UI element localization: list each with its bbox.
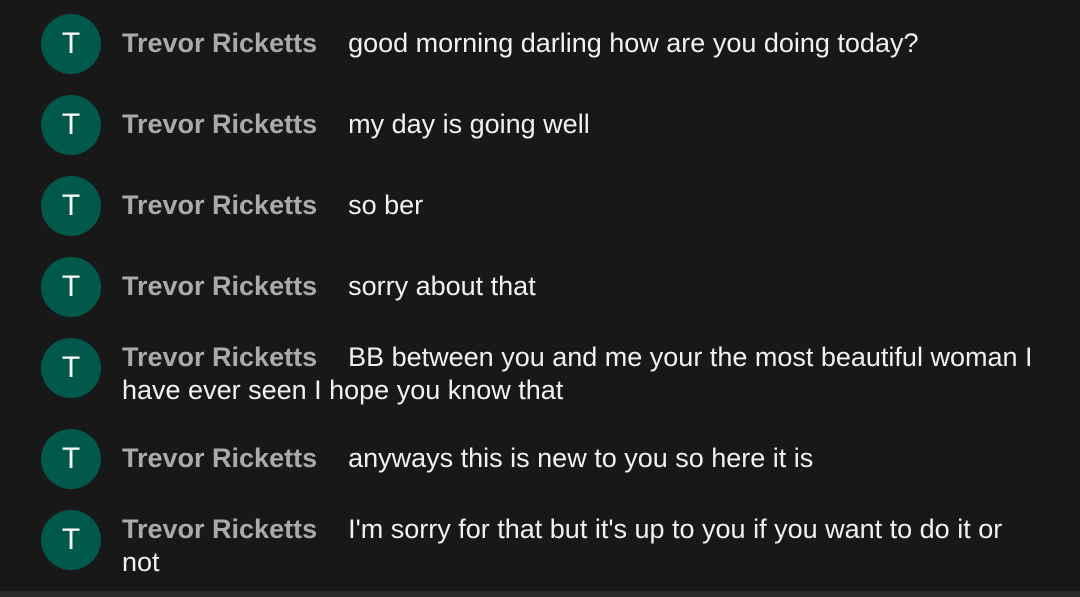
message-line: Trevor Ricketts good morning darling how … — [122, 27, 1037, 60]
author-name[interactable]: Trevor Ricketts — [122, 109, 317, 139]
message-line: Trevor Ricketts so ber — [122, 189, 1037, 222]
avatar[interactable]: T — [41, 14, 101, 74]
message-text: anyways this is new to you so here it is — [348, 443, 814, 473]
bottom-divider — [0, 591, 1080, 597]
author-name[interactable]: Trevor Ricketts — [122, 514, 317, 544]
message-text: good morning darling how are you doing t… — [348, 28, 919, 58]
message-line: Trevor Ricketts BB between you and me you… — [122, 341, 1037, 407]
author-name[interactable]: Trevor Ricketts — [122, 28, 317, 58]
message-text: my day is going well — [348, 109, 590, 139]
message-text: so ber — [348, 190, 424, 220]
message-line: Trevor Ricketts sorry about that — [122, 270, 1037, 303]
message-line: Trevor Ricketts anyways this is new to yo… — [122, 442, 1037, 475]
avatar[interactable]: T — [41, 510, 101, 570]
avatar[interactable]: T — [41, 429, 101, 489]
author-name[interactable]: Trevor Ricketts — [122, 443, 317, 473]
author-name[interactable]: Trevor Ricketts — [122, 271, 317, 301]
avatar[interactable]: T — [41, 176, 101, 236]
avatar[interactable]: T — [41, 95, 101, 155]
message-line: Trevor Ricketts I'm sorry for that but it… — [122, 513, 1037, 579]
message-text: sorry about that — [348, 271, 536, 301]
avatar[interactable]: T — [41, 338, 101, 398]
author-name[interactable]: Trevor Ricketts — [122, 342, 317, 372]
author-name[interactable]: Trevor Ricketts — [122, 190, 317, 220]
message-line: Trevor Ricketts my day is going well — [122, 108, 1037, 141]
chat-message-list: T Trevor Ricketts good morning darling ho… — [0, 0, 1080, 597]
avatar[interactable]: T — [41, 257, 101, 317]
